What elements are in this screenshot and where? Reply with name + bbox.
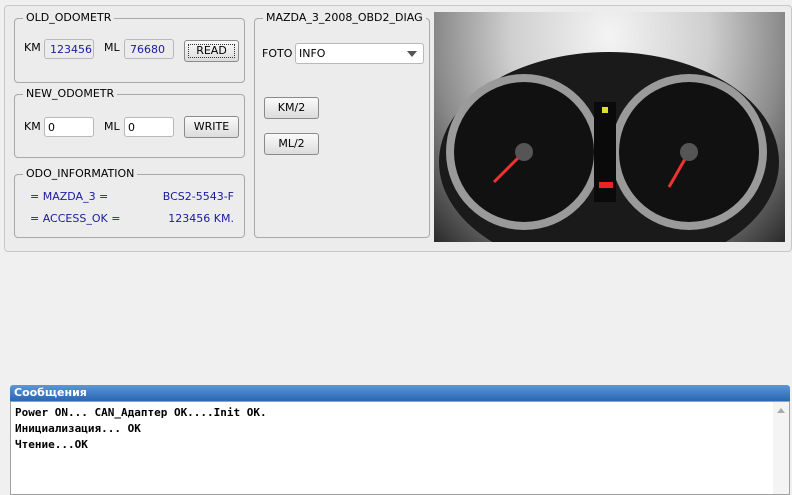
foto-select[interactable]: INFO <box>295 43 424 64</box>
chevron-down-icon <box>407 51 417 57</box>
new-km-input[interactable]: 0 <box>44 117 94 137</box>
km-label: KM <box>24 41 41 54</box>
log-line: Инициализация... OK <box>15 422 141 435</box>
odo-information-title: ODO_INFORMATION <box>23 167 138 180</box>
ml-label: ML <box>104 120 120 133</box>
scroll-up-icon[interactable] <box>777 408 785 413</box>
old-km-field: 123456 <box>44 39 94 59</box>
log-line: Power ON... CAN_Адаптер OK....Init OK. <box>15 406 267 419</box>
ml-label: ML <box>104 41 120 54</box>
foto-selected-value: INFO <box>299 47 326 60</box>
info-row-label: = ACCESS_OK = <box>30 212 121 225</box>
new-odometr-group: NEW_ODOMETR KM 0 ML 0 WRITE <box>14 87 245 158</box>
log-line: Чтение...OK <box>15 438 88 451</box>
old-odometr-title: OLD_ODOMETR <box>23 11 115 24</box>
diag-group: MAZDA_3_2008_OBD2_DIAG FOTO INFO KM/2 ML… <box>254 11 430 238</box>
scrollbar[interactable] <box>773 402 789 494</box>
km-label: KM <box>24 120 41 133</box>
messages-log: Power ON... CAN_Адаптер OK....Init OK. И… <box>10 401 790 495</box>
dashboard-photo <box>434 12 785 242</box>
ml-half-button[interactable]: ML/2 <box>264 133 319 155</box>
messages-header: Сообщения <box>10 385 790 401</box>
info-row-label: = MAZDA_3 = <box>30 190 109 203</box>
foto-label: FOTO <box>262 47 293 60</box>
km-half-button[interactable]: KM/2 <box>264 97 319 119</box>
instrument-cluster-image <box>439 52 779 242</box>
info-row-value: 123456 KM. <box>168 212 234 225</box>
new-ml-input[interactable]: 0 <box>124 117 174 137</box>
diag-title: MAZDA_3_2008_OBD2_DIAG <box>263 11 426 24</box>
new-odometr-title: NEW_ODOMETR <box>23 87 118 100</box>
odo-information-group: ODO_INFORMATION = MAZDA_3 = BCS2-5543-F … <box>14 167 245 238</box>
read-button[interactable]: READ <box>184 40 239 62</box>
write-button[interactable]: WRITE <box>184 116 239 138</box>
old-ml-field: 76680 <box>124 39 174 59</box>
info-row-value: BCS2-5543-F <box>162 190 234 203</box>
old-odometr-group: OLD_ODOMETR KM 123456 ML 76680 READ <box>14 11 245 83</box>
